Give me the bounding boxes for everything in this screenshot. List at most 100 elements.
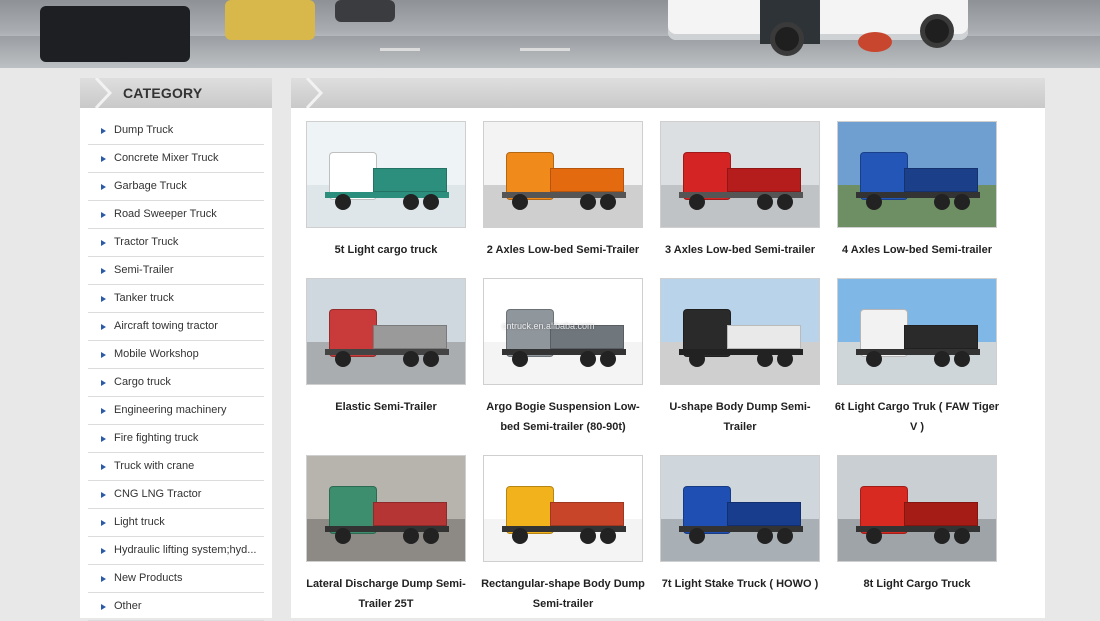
product-title-link[interactable]: Rectangular-shape Body Dump Semi-trailer xyxy=(473,574,653,614)
product-title-line: 2 Axles Low-bed Semi-Trailer xyxy=(486,244,640,256)
arrow-bullet-icon xyxy=(101,184,106,190)
product-thumbnail[interactable] xyxy=(660,455,820,562)
sidebar-item-label: CNG LNG Tractor xyxy=(114,488,202,500)
arrow-bullet-icon xyxy=(101,436,106,442)
product-thumbnail[interactable] xyxy=(837,278,997,385)
product-thumbnail[interactable] xyxy=(660,121,820,228)
product-title-line: Lateral Discharge Dump Semi- xyxy=(306,578,466,590)
product-title-link[interactable]: Lateral Discharge Dump Semi- Trailer 25T xyxy=(296,574,476,614)
category-title: CATEGORY xyxy=(123,85,203,101)
sidebar-item-cargo-truck[interactable]: Cargo truck xyxy=(88,370,264,397)
banner-brush xyxy=(858,32,892,52)
sidebar-item-label: Truck with crane xyxy=(114,460,195,472)
sidebar-item-road-sweeper-truck[interactable]: Road Sweeper Truck xyxy=(88,202,264,229)
product-title-line: 6t Light Cargo Truk ( FAW Tiger xyxy=(834,401,1000,413)
sidebar-item-tractor-truck[interactable]: Tractor Truck xyxy=(88,230,264,257)
product-title-line: Argo Bogie Suspension Low- xyxy=(486,401,640,413)
banner-car xyxy=(335,0,395,22)
product-title-line: bed Semi-trailer (80-90t) xyxy=(500,421,626,433)
sidebar-item-label: Cargo truck xyxy=(114,376,171,388)
arrow-bullet-icon xyxy=(101,520,106,526)
sidebar-item-label: New Products xyxy=(114,572,183,584)
product-title-link[interactable]: Elastic Semi-Trailer xyxy=(296,397,476,417)
sidebar-item-label: Road Sweeper Truck xyxy=(114,208,217,220)
sidebar-item-label: Concrete Mixer Truck xyxy=(114,152,219,164)
product-title-link[interactable]: 7t Light Stake Truck ( HOWO ) xyxy=(650,574,830,594)
product-thumbnail[interactable] xyxy=(483,455,643,562)
sidebar-item-fire-fighting-truck[interactable]: Fire fighting truck xyxy=(88,426,264,453)
top-banner xyxy=(0,0,1100,68)
sidebar-item-label: Semi-Trailer xyxy=(114,264,174,276)
product-thumbnail[interactable] xyxy=(837,455,997,562)
product-title-line: Trailer xyxy=(723,421,757,433)
product-title-link[interactable]: 6t Light Cargo Truk ( FAW Tiger V ) xyxy=(827,397,1007,437)
sidebar-item-hydraulic-lifting-system-hyd[interactable]: Hydraulic lifting system;hyd... xyxy=(88,538,264,565)
product-thumbnail[interactable] xyxy=(306,455,466,562)
arrow-bullet-icon xyxy=(101,324,106,330)
product-thumbnail[interactable] xyxy=(306,121,466,228)
arrow-bullet-icon xyxy=(101,212,106,218)
sidebar-item-aircraft-towing-tractor[interactable]: Aircraft towing tractor xyxy=(88,314,264,341)
product-title-link[interactable]: Argo Bogie Suspension Low-bed Semi-trail… xyxy=(473,397,653,437)
banner-taxi-dark xyxy=(40,6,190,62)
product-panel-header xyxy=(291,78,1045,108)
product-thumbnail[interactable] xyxy=(660,278,820,385)
product-thumbnail[interactable] xyxy=(837,121,997,228)
product-title-line: U-shape Body Dump Semi- xyxy=(669,401,811,413)
sidebar-item-label: Light truck xyxy=(114,516,165,528)
arrow-bullet-icon xyxy=(101,128,106,134)
product-title-line: 4 Axles Low-bed Semi-trailer xyxy=(842,244,992,256)
banner-taxi-yellow xyxy=(225,0,315,40)
category-list: Dump Truck Concrete Mixer Truck Garbage Tr… xyxy=(80,108,272,621)
product-title-line: 7t Light Stake Truck ( HOWO ) xyxy=(661,578,819,590)
sidebar-item-label: Mobile Workshop xyxy=(114,348,199,360)
arrow-bullet-icon xyxy=(101,604,106,610)
arrow-bullet-icon xyxy=(101,296,106,302)
sidebar-item-garbage-truck[interactable]: Garbage Truck xyxy=(88,174,264,201)
product-panel: 5t Light cargo truck 2 Axles Low-bed Sem… xyxy=(291,78,1045,618)
sidebar-item-semi-trailer[interactable]: Semi-Trailer xyxy=(88,258,264,285)
sidebar-item-label: Garbage Truck xyxy=(114,180,187,192)
arrow-bullet-icon xyxy=(101,576,106,582)
chevron-right-icon xyxy=(94,78,113,108)
sidebar-item-concrete-mixer-truck[interactable]: Concrete Mixer Truck xyxy=(88,146,264,173)
arrow-bullet-icon xyxy=(101,352,106,358)
arrow-bullet-icon xyxy=(101,408,106,414)
sidebar-item-dump-truck[interactable]: Dump Truck xyxy=(88,118,264,145)
sidebar-item-label: Tractor Truck xyxy=(114,236,179,248)
sidebar-item-label: Fire fighting truck xyxy=(114,432,199,444)
sidebar-item-new-products[interactable]: New Products xyxy=(88,566,264,593)
product-title-link[interactable]: 2 Axles Low-bed Semi-Trailer xyxy=(473,240,653,260)
product-title-link[interactable]: U-shape Body Dump Semi- Trailer xyxy=(650,397,830,437)
sidebar-item-cng-lng-tractor[interactable]: CNG LNG Tractor xyxy=(88,482,264,509)
product-title-link[interactable]: 5t Light cargo truck xyxy=(296,240,476,260)
banner-lane-mark xyxy=(380,48,420,51)
product-title-line: Rectangular-shape Body Dump xyxy=(481,578,645,590)
arrow-bullet-icon xyxy=(101,156,106,162)
chevron-right-icon xyxy=(305,78,324,108)
sidebar-item-light-truck[interactable]: Light truck xyxy=(88,510,264,537)
sidebar-item-label: Tanker truck xyxy=(114,292,174,304)
product-title-line: 8t Light Cargo Truck xyxy=(863,578,971,590)
product-thumbnail[interactable] xyxy=(306,278,466,385)
product-title-line: 5t Light cargo truck xyxy=(334,244,438,256)
sidebar-item-other[interactable]: Other xyxy=(88,594,264,621)
product-thumbnail[interactable] xyxy=(483,121,643,228)
sidebar-item-label: Other xyxy=(114,600,142,612)
sidebar-item-label: Aircraft towing tractor xyxy=(114,320,218,332)
product-title-line: Trailer 25T xyxy=(358,598,414,610)
product-title-link[interactable]: 3 Axles Low-bed Semi-trailer xyxy=(650,240,830,260)
sidebar-item-engineering-machinery[interactable]: Engineering machinery xyxy=(88,398,264,425)
product-title-line: Elastic Semi-Trailer xyxy=(335,401,437,413)
arrow-bullet-icon xyxy=(101,380,106,386)
thumbnail-watermark: cntruck.en.alibaba.com xyxy=(502,321,595,331)
sidebar-item-mobile-workshop[interactable]: Mobile Workshop xyxy=(88,342,264,369)
product-title-link[interactable]: 4 Axles Low-bed Semi-trailer xyxy=(827,240,1007,260)
sidebar-item-label: Hydraulic lifting system;hyd... xyxy=(114,544,257,556)
sidebar-item-label: Engineering machinery xyxy=(114,404,227,416)
product-thumbnail[interactable]: cntruck.en.alibaba.com xyxy=(483,278,643,385)
sidebar-item-truck-with-crane[interactable]: Truck with crane xyxy=(88,454,264,481)
product-title-link[interactable]: 8t Light Cargo Truck xyxy=(827,574,1007,594)
sidebar-item-tanker-truck[interactable]: Tanker truck xyxy=(88,286,264,313)
category-header: CATEGORY xyxy=(80,78,272,108)
